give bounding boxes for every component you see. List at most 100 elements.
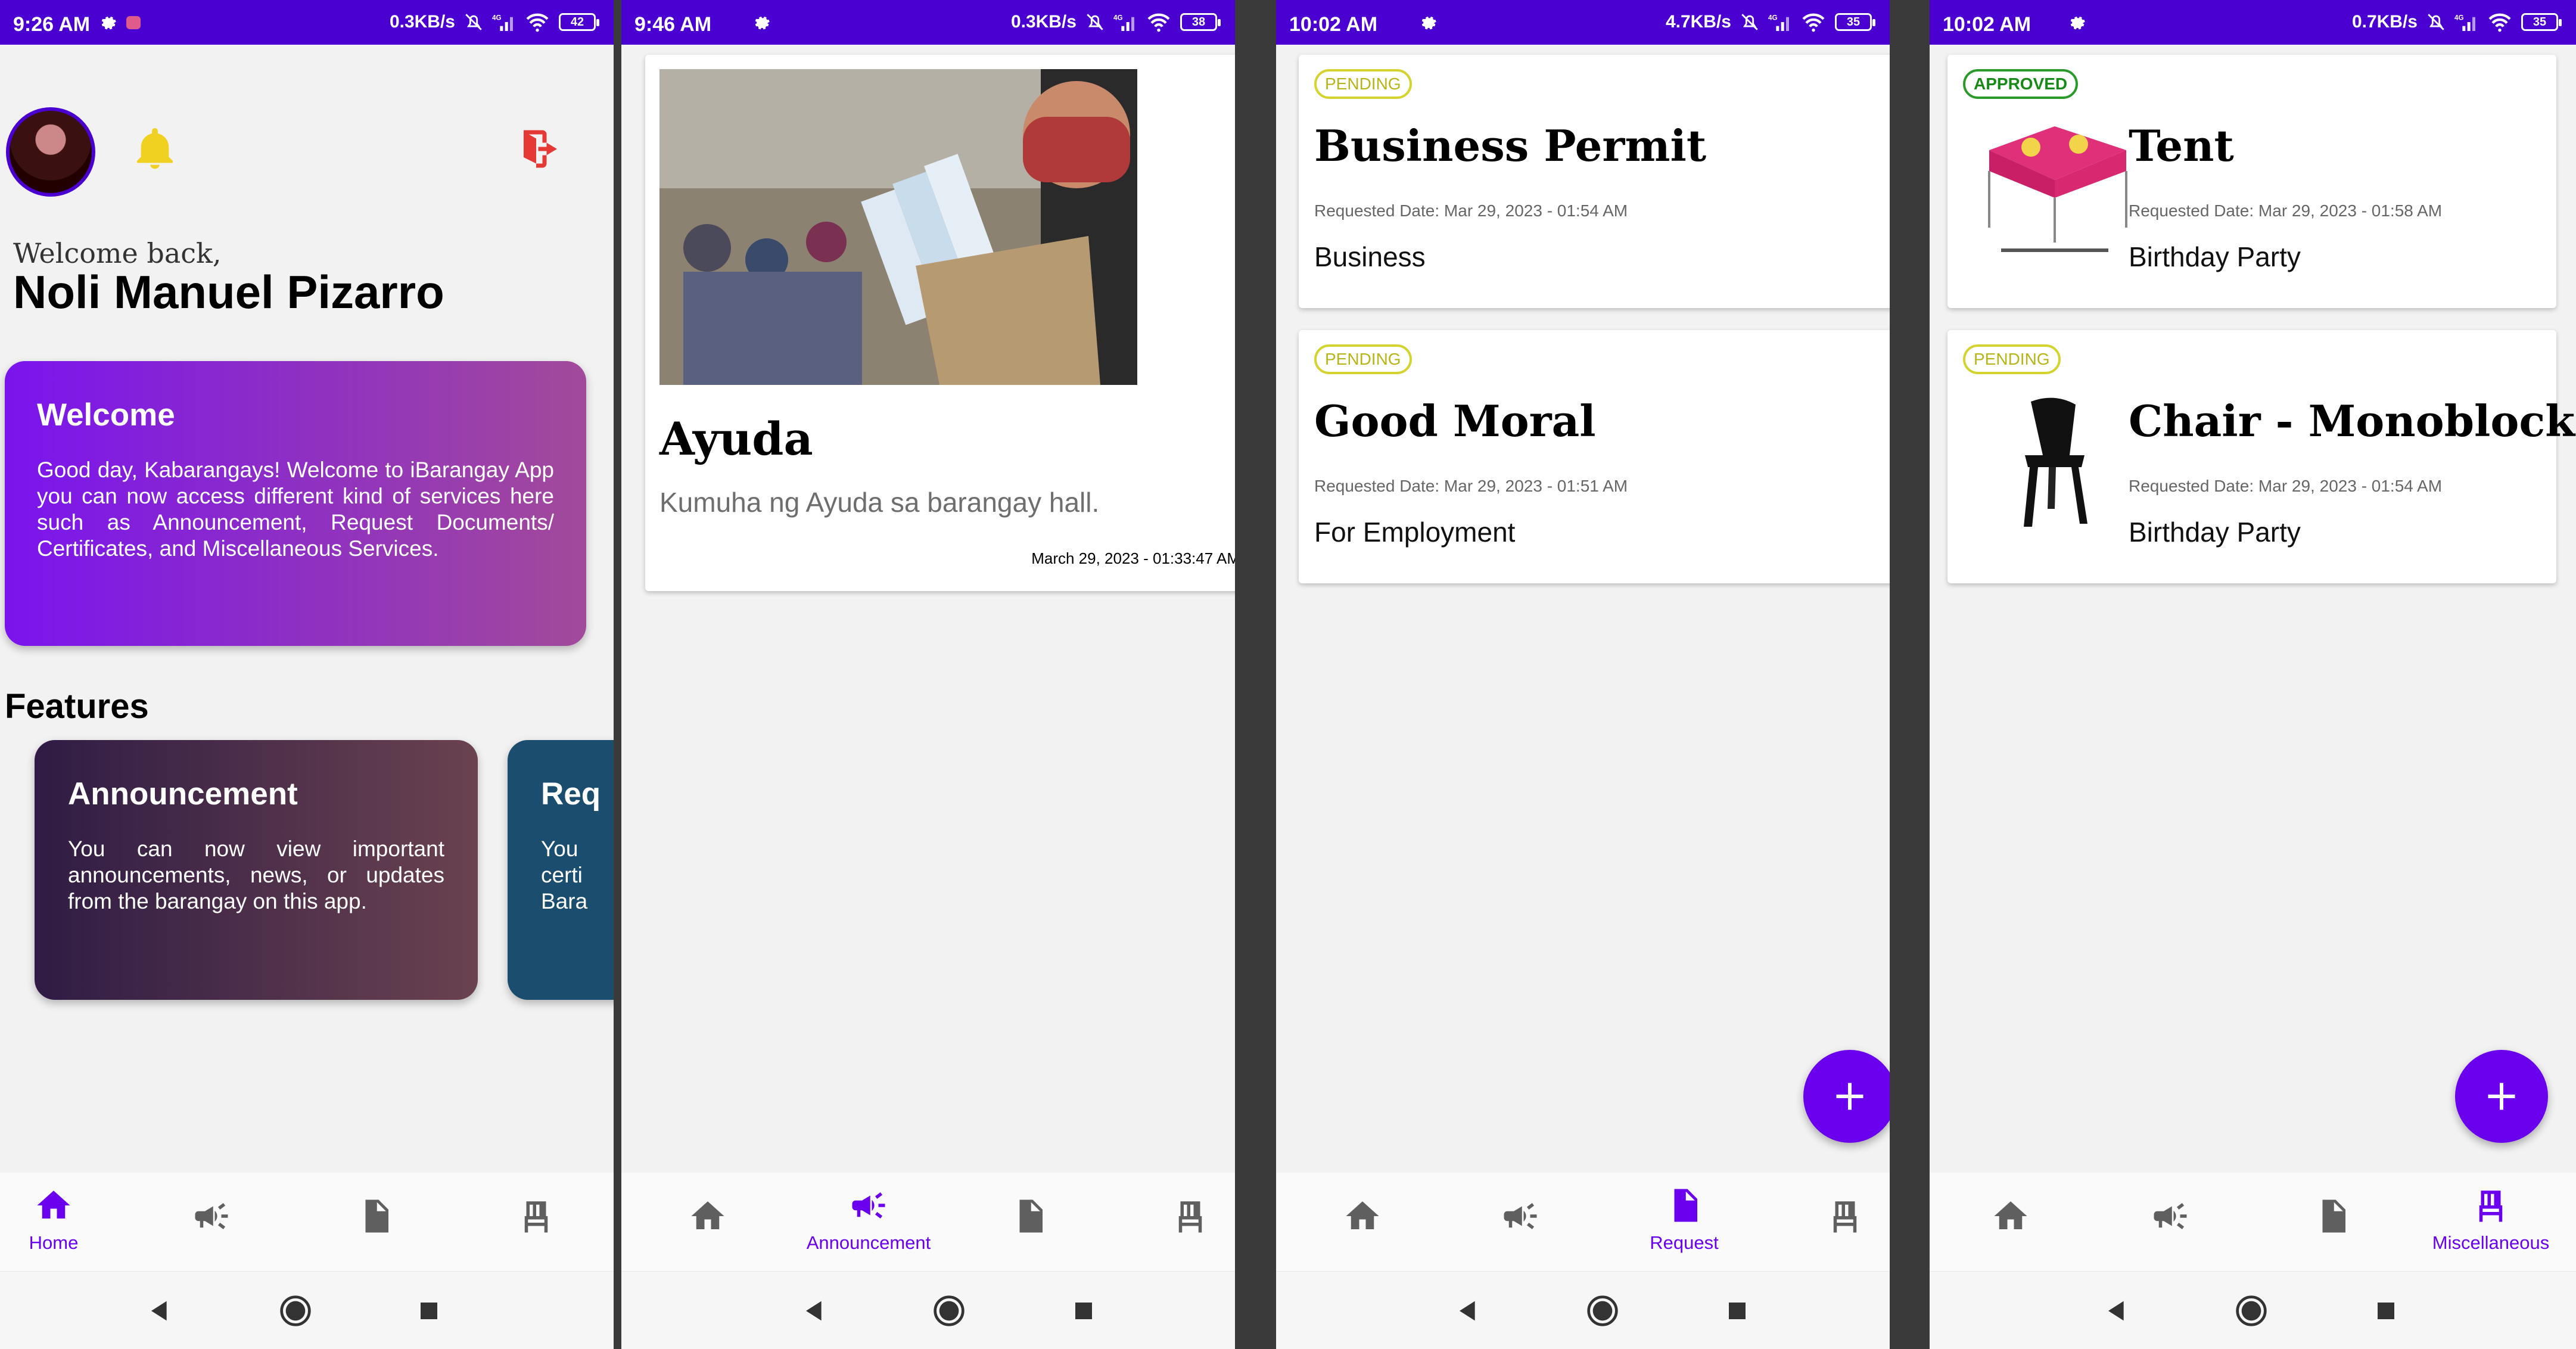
nav-miscellaneous[interactable] — [1771, 1173, 1890, 1271]
logout-icon[interactable] — [515, 124, 565, 174]
announcement-photo — [659, 69, 1137, 385]
recents-icon[interactable] — [1721, 1294, 1754, 1328]
megaphone-icon — [195, 1203, 228, 1229]
welcome-back-text: Welcome back, — [13, 237, 222, 269]
request-card[interactable]: PENDING Business Permit Requested Date: … — [1299, 55, 1890, 308]
status-bar: 10:02 AM 0.7KB/s 4G 35 — [1930, 0, 2576, 45]
misc-item-title: Chair - Monoblock — [2129, 396, 2575, 446]
announcement-date: March 29, 2023 - 01:33:47 AM — [1031, 549, 1235, 567]
home-icon — [691, 1201, 724, 1229]
wifi-icon — [2488, 13, 2511, 32]
mute-icon — [1741, 14, 1758, 30]
home-circle-icon[interactable] — [279, 1294, 312, 1328]
signal-icon: 4G — [2454, 14, 2475, 31]
settings-gear-icon — [755, 16, 770, 30]
chair-icon — [2479, 1191, 2503, 1222]
status-bar: 9:46 AM 0.3KB/s 4G 38 — [621, 0, 1235, 45]
feature-card-announcement[interactable]: Announcement You can now view important … — [35, 740, 478, 1000]
nav-request-label: Request — [1650, 1232, 1719, 1253]
status-right: 0.7KB/s 4G 35 — [2352, 12, 2562, 32]
home-circle-icon[interactable] — [2235, 1294, 2268, 1328]
battery-indicator: 38 — [1180, 13, 1221, 31]
document-icon — [365, 1199, 388, 1233]
monoblock-chair-image — [2024, 397, 2087, 527]
chair-icon — [1833, 1201, 1857, 1233]
bottom-nav: Request — [1276, 1173, 1890, 1271]
nav-announcement[interactable] — [1446, 1173, 1595, 1271]
system-nav-bar — [621, 1271, 1235, 1349]
svg-text:4G: 4G — [1113, 14, 1123, 22]
request-card[interactable]: PENDING Good Moral Requested Date: Mar 2… — [1299, 330, 1890, 583]
nav-home[interactable] — [633, 1173, 782, 1271]
battery-indicator: 35 — [2521, 13, 2562, 31]
recents-icon[interactable] — [2369, 1294, 2403, 1328]
announcement-title: Ayuda — [659, 412, 813, 465]
request-date: Requested Date: Mar 29, 2023 - 01:54 AM — [1314, 201, 1628, 220]
bottom-nav: Home — [0, 1173, 614, 1271]
back-icon[interactable] — [2100, 1294, 2133, 1328]
add-misc-button[interactable] — [2455, 1050, 2548, 1143]
user-name: Noli Manuel Pizarro — [13, 266, 444, 318]
back-icon[interactable] — [798, 1294, 831, 1328]
svg-text:4G: 4G — [2454, 14, 2464, 22]
status-time: 10:02 AM — [1289, 13, 1378, 36]
status-bar: 9:26 AM 0.3KB/s 4G 42 — [0, 0, 614, 45]
nav-request[interactable]: Request — [1610, 1173, 1759, 1271]
misc-item-purpose: Birthday Party — [2129, 241, 2301, 272]
plus-icon — [1836, 1083, 1863, 1110]
misc-item-card[interactable]: PENDING Chair - Monoblock Requested Date… — [1947, 330, 2575, 583]
signal-icon: 4G — [492, 14, 513, 31]
wifi-icon — [1147, 13, 1170, 32]
nav-announcement[interactable]: Announcement — [794, 1173, 943, 1271]
recents-icon[interactable] — [412, 1294, 446, 1328]
mute-icon — [465, 14, 482, 30]
status-time: 9:46 AM — [634, 13, 712, 36]
back-icon[interactable] — [143, 1294, 176, 1328]
status-badge: PENDING — [1314, 69, 1412, 99]
battery-indicator: 35 — [1835, 13, 1875, 31]
settings-gear-icon — [2070, 16, 2085, 30]
features-heading: Features — [5, 687, 149, 726]
status-badge: PENDING — [1963, 344, 2061, 374]
status-bar: 10:02 AM 4.7KB/s 4G 35 — [1276, 0, 1890, 45]
avatar[interactable] — [6, 107, 95, 197]
status-right: 0.3KB/s 4G 42 — [390, 12, 599, 32]
request-screen: 10:02 AM 4.7KB/s 4G 35 PENDING Business … — [1276, 0, 1890, 1349]
nav-miscellaneous[interactable]: Miscellaneous — [2416, 1173, 2565, 1271]
nav-announcement[interactable] — [2096, 1173, 2245, 1271]
plus-icon — [2488, 1083, 2515, 1110]
nav-announcement[interactable] — [137, 1173, 286, 1271]
home-circle-icon[interactable] — [1586, 1294, 1619, 1328]
network-speed: 0.3KB/s — [1010, 12, 1077, 32]
nav-home[interactable]: Home — [0, 1173, 128, 1271]
status-right: 0.3KB/s 4G 38 — [1010, 12, 1221, 32]
status-badge: PENDING — [1314, 344, 1412, 374]
notification-app-icon — [126, 16, 141, 29]
misc-item-card[interactable]: APPROVED Tent Requested Date: Mar 29, 20… — [1947, 55, 2556, 308]
system-nav-bar — [1276, 1271, 1890, 1349]
nav-home[interactable] — [1936, 1173, 2085, 1271]
add-request-button[interactable] — [1803, 1050, 1890, 1143]
feature-card-request[interactable]: Req You certi Bara — [508, 740, 614, 1000]
announcement-card[interactable]: Ayuda Kumuha ng Ayuda sa barangay hall. … — [645, 55, 1235, 591]
nav-request[interactable] — [955, 1173, 1104, 1271]
settings-gear-icon — [1421, 16, 1436, 30]
wifi-icon — [526, 13, 549, 32]
recents-icon[interactable] — [1067, 1294, 1100, 1328]
home-icon — [1994, 1201, 2027, 1229]
home-icon — [37, 1191, 70, 1219]
welcome-card-body: Good day, Kabarangays! Welcome to iBaran… — [37, 458, 554, 561]
back-icon[interactable] — [1451, 1294, 1485, 1328]
request-purpose: Business — [1314, 241, 1426, 272]
bell-icon[interactable] — [131, 125, 179, 173]
misc-item-title: Tent — [2129, 120, 2234, 171]
home-circle-icon[interactable] — [932, 1294, 966, 1328]
nav-request[interactable] — [2258, 1173, 2407, 1271]
nav-miscellaneous[interactable] — [462, 1173, 611, 1271]
nav-request[interactable] — [301, 1173, 450, 1271]
nav-miscellaneous[interactable] — [1116, 1173, 1235, 1271]
settings-gear-icon — [101, 16, 116, 30]
nav-home[interactable] — [1288, 1173, 1437, 1271]
home-screen: 9:26 AM 0.3KB/s 4G 42 Welcome back, Noli… — [0, 0, 614, 1349]
feature-card-body: You certi Bara — [541, 837, 588, 913]
